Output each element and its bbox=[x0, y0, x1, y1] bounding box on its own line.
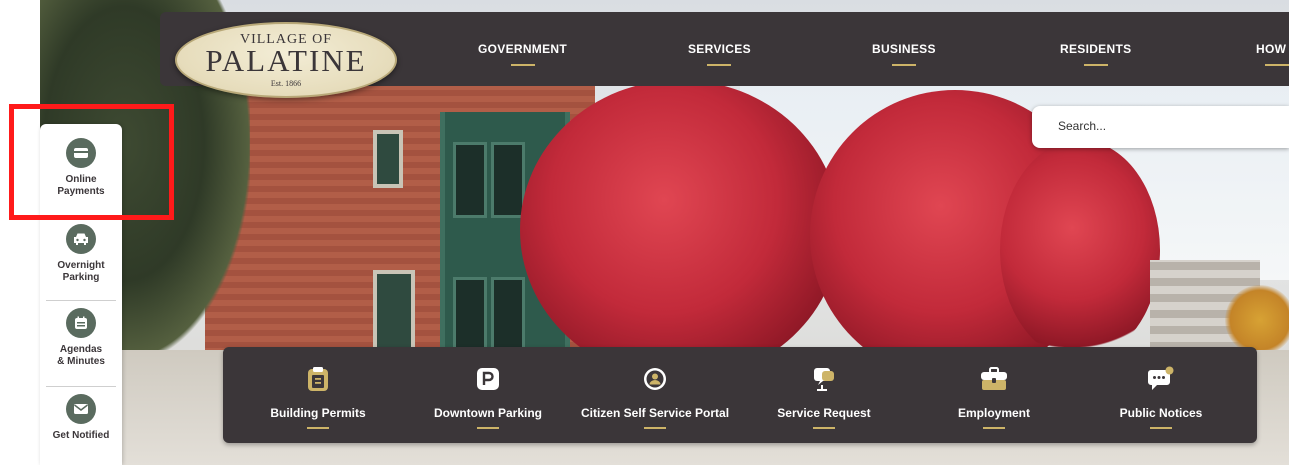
permit-icon bbox=[304, 365, 332, 393]
calendar-icon bbox=[66, 308, 96, 338]
search-input[interactable] bbox=[1056, 118, 1280, 134]
car-icon bbox=[66, 224, 96, 254]
quick-link-label: Downtown Parking bbox=[434, 406, 542, 420]
quick-link-label: Service Request bbox=[777, 406, 871, 420]
chat-monitor-icon bbox=[810, 365, 838, 393]
quick-link-label: Building Permits bbox=[270, 406, 366, 420]
quick-link-service-request[interactable]: Service Request bbox=[739, 365, 909, 429]
building-window bbox=[373, 270, 415, 353]
notice-bubble-icon bbox=[1147, 365, 1175, 393]
envelope-icon bbox=[66, 394, 96, 424]
sidebar-item-agendas-minutes[interactable]: Agendas & Minutes bbox=[40, 308, 122, 368]
quick-link-underline bbox=[813, 427, 835, 429]
logo-line-2: PALATINE bbox=[205, 43, 367, 78]
nav-residents[interactable]: RESIDENTS bbox=[1060, 42, 1131, 66]
quick-link-underline bbox=[1150, 427, 1172, 429]
quick-link-public-notices[interactable]: Public Notices bbox=[1076, 365, 1246, 429]
building-window bbox=[373, 130, 403, 188]
sidebar-item-label: Overnight Parking bbox=[57, 260, 105, 283]
quick-link-underline bbox=[307, 427, 329, 429]
hero-red-tree bbox=[520, 80, 840, 380]
logo-line-3: Est. 1866 bbox=[270, 79, 302, 88]
quick-links-bar: Building Permits Downtown Parking Citize… bbox=[223, 347, 1257, 443]
sidebar-divider bbox=[46, 386, 116, 387]
briefcase-icon bbox=[980, 365, 1008, 393]
quick-link-underline bbox=[477, 427, 499, 429]
sidebar-item-overnight-parking[interactable]: Overnight Parking bbox=[40, 224, 122, 284]
highlight-box bbox=[9, 104, 174, 220]
quick-link-underline bbox=[983, 427, 1005, 429]
quick-link-citizen-self-service-portal[interactable]: Citizen Self Service Portal bbox=[570, 365, 740, 429]
parking-icon bbox=[474, 365, 502, 393]
quick-link-underline bbox=[644, 427, 666, 429]
village-logo[interactable]: VILLAGE OF PALATINE Est. 1866 bbox=[175, 22, 397, 98]
sidebar-item-get-notified[interactable]: Get Notified bbox=[40, 394, 122, 442]
user-circle-icon bbox=[641, 365, 669, 393]
nav-business[interactable]: BUSINESS bbox=[872, 42, 936, 66]
nav-services[interactable]: SERVICES bbox=[688, 42, 751, 66]
sidebar-divider bbox=[46, 300, 116, 301]
quick-link-label: Public Notices bbox=[1119, 406, 1203, 420]
sidebar-item-label: Get Notified bbox=[52, 430, 110, 441]
quick-link-employment[interactable]: Employment bbox=[909, 365, 1079, 429]
quick-link-label: Citizen Self Service Portal bbox=[580, 406, 730, 420]
sidebar-item-label: Agendas & Minutes bbox=[57, 344, 105, 367]
nav-how-do-i[interactable]: HOW D bbox=[1256, 42, 1289, 66]
hero-yellow-tree bbox=[1225, 285, 1289, 355]
search-box bbox=[1032, 106, 1289, 148]
quick-link-downtown-parking[interactable]: Downtown Parking bbox=[403, 365, 573, 429]
quick-link-building-permits[interactable]: Building Permits bbox=[233, 365, 403, 429]
quick-link-label: Employment bbox=[957, 406, 1030, 420]
nav-government[interactable]: GOVERNMENT bbox=[478, 42, 567, 66]
hero-red-tree bbox=[1000, 140, 1160, 360]
